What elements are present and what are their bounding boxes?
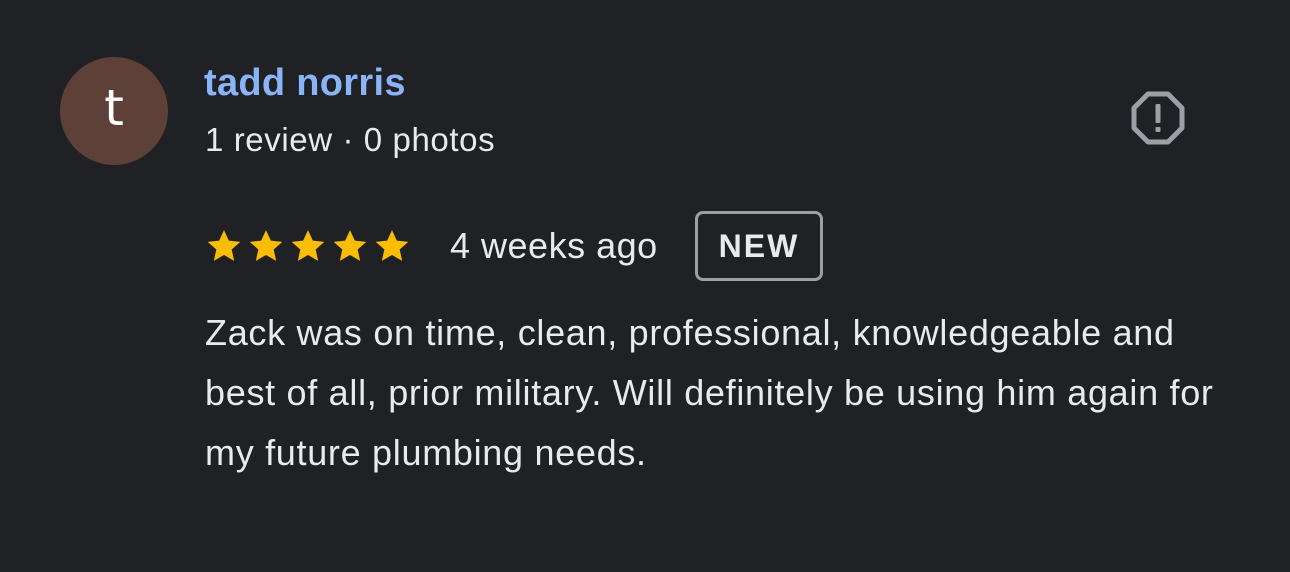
review-time: 4 weeks ago [450,225,658,266]
star-icon [207,230,241,261]
star-icon [375,230,409,261]
review-card: t tadd norris 1 review · 0 photos 4 week… [0,0,1290,572]
new-badge: NEW [694,211,824,281]
reviewer-meta: 1 review · 0 photos [205,121,496,158]
review-text: Zack was on time, clean, professional, k… [205,312,1214,473]
star-icon [333,230,367,261]
avatar-initial: t [104,79,124,137]
rating-row: 4 weeks ago NEW [204,209,824,283]
report-review-button[interactable] [1128,88,1188,148]
star-rating [204,226,412,266]
avatar[interactable]: t [60,57,168,165]
star-icon [291,230,325,261]
reviewer-name[interactable]: tadd norris [204,62,406,105]
report-flag-icon [1131,91,1185,145]
star-icon [249,230,283,261]
